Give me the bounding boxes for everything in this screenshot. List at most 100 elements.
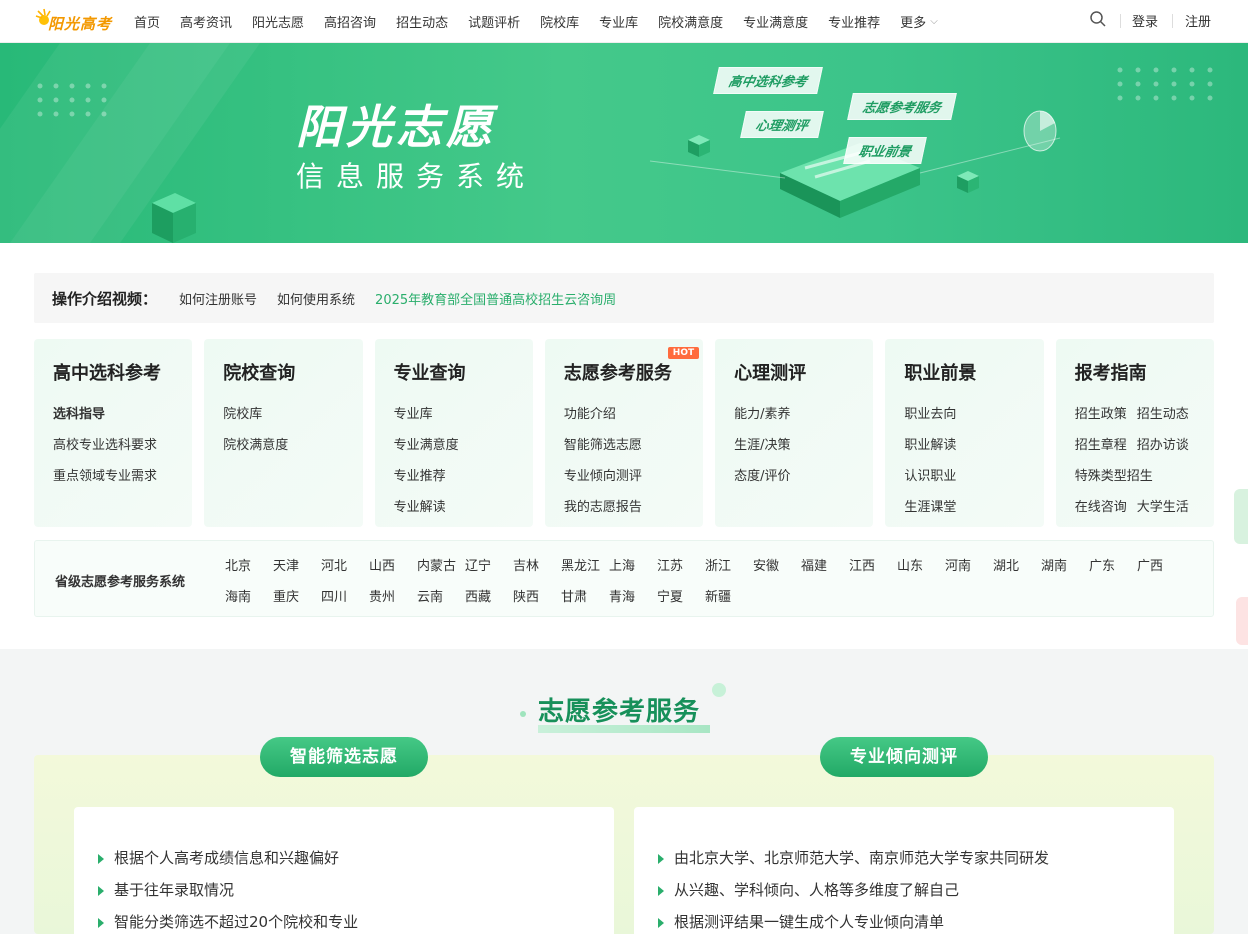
nav-more[interactable]: 更多 ⌵ [900, 12, 938, 31]
province-link[interactable]: 山东 [897, 555, 945, 574]
major-test-button[interactable]: 专业倾向测评 [820, 737, 988, 777]
province-link[interactable]: 湖南 [1041, 555, 1089, 574]
card-link[interactable]: 认识职业 [904, 465, 1043, 484]
card-link[interactable]: 专业库 [394, 403, 533, 422]
card-psych-test: 心理测评 能力/素养 生涯/决策 态度/评价 [715, 339, 874, 527]
card-link[interactable]: 招生动态 [1137, 403, 1189, 422]
province-link[interactable]: 青海 [609, 586, 657, 605]
province-link[interactable]: 江苏 [657, 555, 705, 574]
intro-link-cloud-consult[interactable]: 2025年教育部全国普通高校招生云咨询周 [375, 289, 616, 308]
nav-consult[interactable]: 高招咨询 [324, 12, 376, 31]
intro-link-register[interactable]: 如何注册账号 [179, 289, 257, 308]
card-link[interactable]: 在线咨询 [1075, 496, 1127, 515]
province-link[interactable]: 广西 [1137, 555, 1185, 574]
province-link[interactable]: 内蒙古 [417, 555, 465, 574]
intro-video-bar: 操作介绍视频： 如何注册账号 如何使用系统 2025年教育部全国普通高校招生云咨… [34, 273, 1214, 323]
nav-admission-news[interactable]: 招生动态 [396, 12, 448, 31]
side-float-widget[interactable] [1236, 597, 1248, 645]
side-mascot-widget[interactable] [1234, 489, 1248, 544]
card-title[interactable]: 专业查询 [394, 359, 533, 385]
province-link[interactable]: 宁夏 [657, 586, 705, 605]
service-box-smart-filter: 根据个人高考成绩信息和兴趣偏好 基于往年录取情况 智能分类筛选不超过20个院校和… [74, 807, 614, 934]
card-title[interactable]: 院校查询 [223, 359, 362, 385]
province-link[interactable]: 江西 [849, 555, 897, 574]
province-link[interactable]: 河南 [945, 555, 993, 574]
card-title[interactable]: 高中选科参考 [53, 359, 192, 385]
card-link[interactable]: 大学生活 [1137, 496, 1189, 515]
service-panel: 根据个人高考成绩信息和兴趣偏好 基于往年录取情况 智能分类筛选不超过20个院校和… [34, 737, 1214, 934]
province-link[interactable]: 西藏 [465, 586, 513, 605]
top-header: 阳光高考 首页 高考资讯 阳光志愿 高招咨询 招生动态 试题评析 院校库 专业库… [0, 0, 1248, 43]
card-link[interactable]: 招生章程 [1075, 434, 1127, 453]
card-link[interactable]: 特殊类型招生 [1075, 465, 1153, 484]
guide-row: 在线咨询 大学生活 [1075, 496, 1214, 515]
card-link[interactable]: 招生政策 [1075, 403, 1127, 422]
province-link[interactable]: 陕西 [513, 586, 561, 605]
login-link[interactable]: 登录 [1132, 11, 1158, 30]
province-link[interactable]: 福建 [801, 555, 849, 574]
search-icon[interactable] [1089, 10, 1107, 28]
nav-home[interactable]: 首页 [134, 12, 160, 31]
province-link[interactable]: 四川 [321, 586, 369, 605]
card-link[interactable]: 院校满意度 [223, 434, 362, 453]
province-link[interactable]: 浙江 [705, 555, 753, 574]
province-link[interactable]: 黑龙江 [561, 555, 609, 574]
card-title[interactable]: 心理测评 [734, 359, 873, 385]
province-link[interactable]: 湖北 [993, 555, 1041, 574]
triangle-bullet-icon [658, 885, 664, 896]
card-title[interactable]: 志愿参考服务 [564, 359, 703, 385]
section-title: 志愿参考服务 [538, 697, 701, 727]
nav-college-satisfaction[interactable]: 院校满意度 [658, 12, 723, 31]
nav-major-satisfaction[interactable]: 专业满意度 [743, 12, 808, 31]
hot-badge: HOT [667, 347, 700, 359]
nav-major-db[interactable]: 专业库 [599, 12, 638, 31]
province-link[interactable]: 天津 [273, 555, 321, 574]
province-link[interactable]: 上海 [609, 555, 657, 574]
card-link[interactable]: 态度/评价 [734, 465, 873, 484]
card-link[interactable]: 我的志愿报告 [564, 496, 703, 515]
card-link[interactable]: 重点领域专业需求 [53, 465, 192, 484]
register-link[interactable]: 注册 [1185, 11, 1211, 30]
province-link[interactable]: 新疆 [705, 586, 753, 605]
card-link[interactable]: 高校专业选科要求 [53, 434, 192, 453]
card-link[interactable]: 专业倾向测评 [564, 465, 703, 484]
province-link[interactable]: 贵州 [369, 586, 417, 605]
card-link[interactable]: 能力/素养 [734, 403, 873, 422]
nav-major-recommend[interactable]: 专业推荐 [828, 12, 880, 31]
province-link[interactable]: 山西 [369, 555, 417, 574]
nav-exam-analysis[interactable]: 试题评析 [468, 12, 520, 31]
card-link[interactable]: 功能介绍 [564, 403, 703, 422]
card-link[interactable]: 院校库 [223, 403, 362, 422]
card-link[interactable]: 专业推荐 [394, 465, 533, 484]
card-title[interactable]: 报考指南 [1075, 359, 1214, 385]
card-link[interactable]: 职业去向 [904, 403, 1043, 422]
smart-filter-button[interactable]: 智能筛选志愿 [260, 737, 428, 777]
card-link[interactable]: 专业解读 [394, 496, 533, 515]
province-link[interactable]: 重庆 [273, 586, 321, 605]
card-link[interactable]: 生涯/决策 [734, 434, 873, 453]
card-title[interactable]: 职业前景 [904, 359, 1043, 385]
intro-link-usage[interactable]: 如何使用系统 [277, 289, 355, 308]
card-link[interactable]: 生涯课堂 [904, 496, 1043, 515]
card-link[interactable]: 智能筛选志愿 [564, 434, 703, 453]
province-link[interactable]: 海南 [225, 586, 273, 605]
card-link[interactable]: 专业满意度 [394, 434, 533, 453]
card-link[interactable]: 职业解读 [904, 434, 1043, 453]
province-link[interactable]: 吉林 [513, 555, 561, 574]
province-link[interactable]: 辽宁 [465, 555, 513, 574]
nav-college-db[interactable]: 院校库 [540, 12, 579, 31]
site-logo[interactable]: 阳光高考 [34, 6, 112, 36]
main-nav: 首页 高考资讯 阳光志愿 高招咨询 招生动态 试题评析 院校库 专业库 院校满意… [134, 0, 958, 43]
nav-sunshine-volunteer[interactable]: 阳光志愿 [252, 12, 304, 31]
card-link[interactable]: 选科指导 [53, 403, 192, 422]
nav-news[interactable]: 高考资讯 [180, 12, 232, 31]
province-link[interactable]: 北京 [225, 555, 273, 574]
province-link[interactable]: 广东 [1089, 555, 1137, 574]
province-link[interactable]: 安徽 [753, 555, 801, 574]
province-link[interactable]: 河北 [321, 555, 369, 574]
service-item: 基于往年录取情况 [98, 879, 234, 900]
card-link[interactable]: 招办访谈 [1137, 434, 1189, 453]
province-link[interactable]: 云南 [417, 586, 465, 605]
hero-banner: 阳光志愿 信息服务系统 高中选科参考 志愿参考服务 心理测评 职业前景 [0, 43, 1248, 243]
province-link[interactable]: 甘肃 [561, 586, 609, 605]
